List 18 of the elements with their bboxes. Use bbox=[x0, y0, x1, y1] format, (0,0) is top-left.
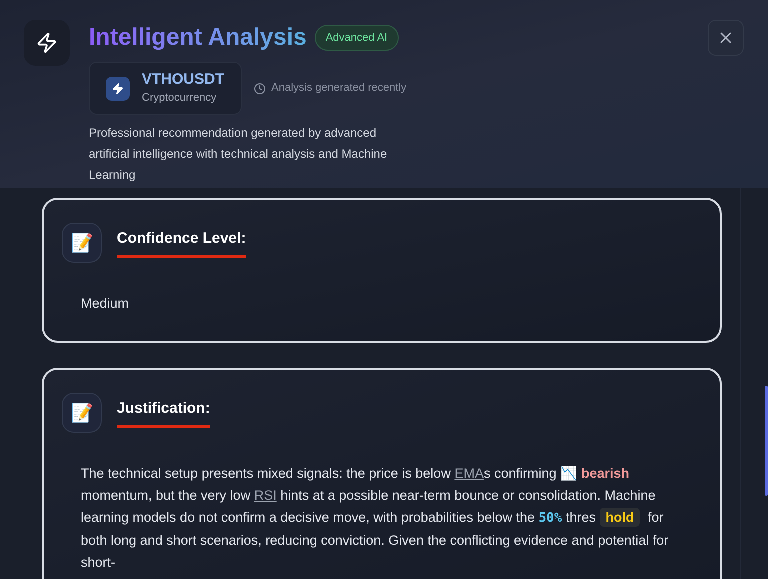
section-title: Justification: bbox=[117, 399, 210, 420]
clock-icon bbox=[254, 82, 266, 95]
memo-icon: 📝 bbox=[62, 393, 102, 433]
section-title: Confidence Level: bbox=[117, 229, 246, 250]
lightning-icon bbox=[24, 20, 70, 66]
section-text: The technical setup presents mixed signals: the price is below EMAs confirming 📉 bearish momentum, but the very low RSI hints at a possible near-term bounce or consolidation. Machine learning models do not confirm a decisive move, with probabilities below the 50% thres hold for both long and short scenarios, reducing conviction. Given the conflicting evidence and potential for short- bbox=[80, 465, 670, 572]
section-text: Medium bbox=[80, 295, 130, 313]
asset-icon bbox=[106, 76, 130, 101]
close-button[interactable] bbox=[708, 20, 744, 56]
link[interactable]: EMA bbox=[454, 466, 484, 481]
memo-icon: 📝 bbox=[62, 223, 102, 263]
link[interactable]: RSI bbox=[254, 488, 277, 503]
asset-symbol: VTHOUSDT bbox=[142, 71, 224, 90]
ai-badge: Advanced AI bbox=[314, 24, 399, 52]
timestamp: Analysis generated recently bbox=[272, 81, 407, 96]
asset-type: Cryptocurrency bbox=[142, 90, 218, 106]
description: Professional recommendation generated by advanced artificial intelligence with technical analysis and Machine Learning bbox=[89, 125, 388, 184]
scrollbar-thumb[interactable] bbox=[765, 386, 768, 496]
